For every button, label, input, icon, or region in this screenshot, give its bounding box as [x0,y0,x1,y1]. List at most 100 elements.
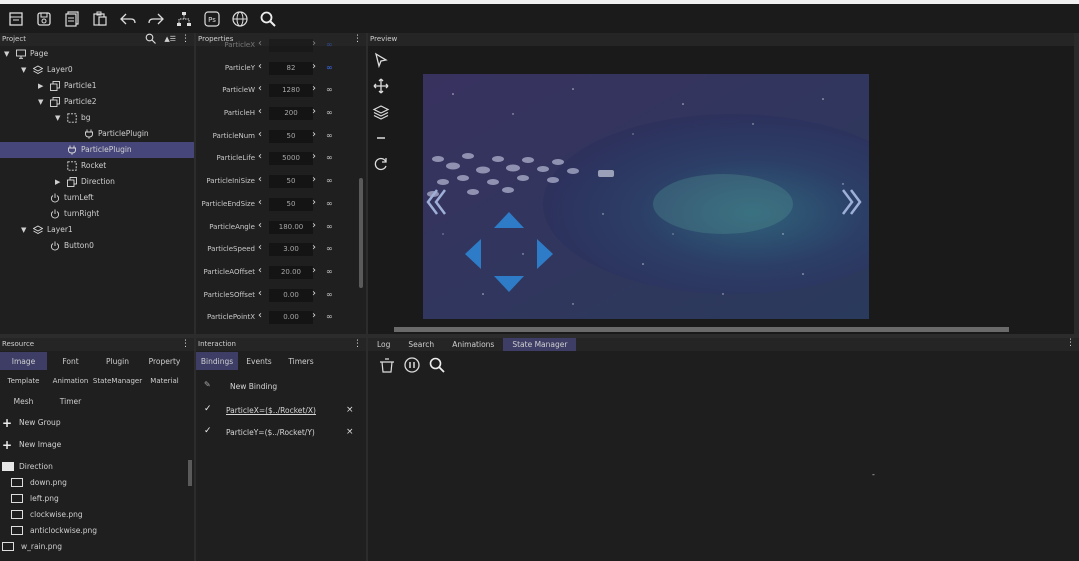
save-all-icon[interactable] [58,6,86,32]
collapse-icon[interactable]: ▼ [21,62,26,78]
expand-icon[interactable]: ▶ [38,78,43,94]
decrement-icon[interactable]: ‹ [258,38,262,49]
properties-scrollbar[interactable] [359,178,363,288]
check-icon[interactable]: ✓ [204,426,212,436]
decrement-icon[interactable]: ‹ [258,220,262,231]
tree-item[interactable]: turnRight [0,206,194,222]
more-icon[interactable]: ⋮ [353,338,362,351]
more-icon[interactable]: ⋮ [1066,338,1075,348]
preview-hscrollbar[interactable] [394,327,1009,332]
property-value-input[interactable]: 0.00 [269,288,313,302]
clear-icon[interactable] [378,356,396,374]
tree-item[interactable]: ParticlePlugin [0,126,194,142]
tree-item[interactable]: ▼ bg [0,110,194,126]
preview-vscrollbar[interactable] [1074,33,1079,334]
refresh-icon[interactable] [368,151,394,177]
tab-bindings[interactable]: Bindings [196,352,238,370]
paste-icon[interactable] [86,6,114,32]
decrement-icon[interactable]: ‹ [258,197,262,208]
link-icon[interactable]: ∞ [326,199,333,208]
tab-mesh[interactable]: Mesh [0,392,47,410]
tree-item[interactable]: turnLeft [0,190,194,206]
tree-item[interactable]: ▼ Layer1 [0,222,194,238]
tab-image[interactable]: Image [0,352,47,370]
link-icon[interactable]: ∞ [326,290,333,299]
link-icon[interactable]: ∞ [326,222,333,231]
increment-icon[interactable]: › [312,197,316,208]
redo-icon[interactable] [142,6,170,32]
tab-material[interactable]: Material [141,372,188,390]
search-icon[interactable] [428,356,446,374]
tab-template[interactable]: Template [0,372,47,390]
property-value-input[interactable]: 50 [269,197,313,211]
new-icon[interactable] [2,6,30,32]
decrement-icon[interactable]: ‹ [258,106,262,117]
increment-icon[interactable]: › [312,310,316,321]
increment-icon[interactable]: › [312,242,316,253]
tree-icon[interactable] [170,6,198,32]
tab-search[interactable]: Search [399,338,443,351]
decrement-icon[interactable]: ‹ [258,174,262,185]
divider[interactable] [366,33,368,561]
tree-item[interactable]: ▼ Layer0 [0,62,194,78]
increment-icon[interactable]: › [312,288,316,299]
link-icon[interactable]: ∞ [326,85,333,94]
tab-timers[interactable]: Timers [280,352,322,370]
collapse-icon[interactable]: ▼ [4,46,9,62]
collapse-icon[interactable]: ▼ [38,94,43,110]
tab-property[interactable]: Property [141,352,188,370]
move-icon[interactable] [368,73,394,99]
decrement-icon[interactable]: ‹ [258,61,262,72]
collapse-icon[interactable]: ▼ [21,222,26,238]
decrement-icon[interactable]: ‹ [258,151,262,162]
link-icon[interactable]: ∞ [326,267,333,276]
preview-canvas[interactable] [423,74,869,319]
link-icon[interactable]: ∞ [326,244,333,253]
increment-icon[interactable]: › [312,106,316,117]
tab-log[interactable]: Log [368,338,399,351]
increment-icon[interactable]: › [312,129,316,140]
pause-icon[interactable] [403,356,421,374]
property-value-input[interactable]: 50 [269,175,313,189]
decrement-icon[interactable]: ‹ [258,242,262,253]
property-value-input[interactable]: 20.00 [269,265,313,279]
property-value-input[interactable]: 180.00 [269,220,313,234]
increment-icon[interactable]: › [312,174,316,185]
tab-font[interactable]: Font [47,352,94,370]
property-value-input[interactable]: 3.00 [269,243,313,257]
increment-icon[interactable]: › [312,38,316,49]
property-value-input[interactable]: 82 [269,61,313,75]
save-icon[interactable] [30,6,58,32]
layers-icon[interactable] [368,99,394,125]
property-value-input[interactable]: 5000 [269,152,313,166]
decrement-icon[interactable]: ‹ [258,310,262,321]
close-icon[interactable]: × [346,427,354,437]
decrement-icon[interactable]: ‹ [258,288,262,299]
binding-item[interactable]: ParticleX=($../Rocket/X) [226,406,316,415]
collapse-icon[interactable]: ▼ [55,110,60,126]
property-value-input[interactable]: 50 [269,129,313,143]
increment-icon[interactable]: › [312,151,316,162]
tree-item[interactable]: Button0 [0,238,194,254]
more-icon[interactable]: ⋮ [181,338,190,351]
property-value-input[interactable] [269,39,313,52]
new-binding-button[interactable]: New Binding [230,382,277,391]
close-icon[interactable]: × [346,405,354,415]
ps-icon[interactable]: Ps [198,6,226,32]
check-icon[interactable]: ✓ [204,404,212,414]
tree-item[interactable]: ▶ Particle1 [0,78,194,94]
increment-icon[interactable]: › [312,265,316,276]
link-icon[interactable]: ∞ [326,63,333,72]
link-icon[interactable]: ∞ [326,153,333,162]
decrement-icon[interactable]: ‹ [258,129,262,140]
link-icon[interactable]: ∞ [326,40,333,49]
resource-scrollbar[interactable] [188,460,192,486]
property-value-input[interactable]: 200 [269,107,313,121]
globe-icon[interactable] [226,6,254,32]
divider[interactable] [194,33,196,561]
property-value-input[interactable]: 0.00 [269,311,313,325]
tab-timer[interactable]: Timer [47,392,94,410]
minus-icon[interactable] [368,125,394,151]
tab-events[interactable]: Events [238,352,280,370]
divider[interactable] [0,334,1079,338]
